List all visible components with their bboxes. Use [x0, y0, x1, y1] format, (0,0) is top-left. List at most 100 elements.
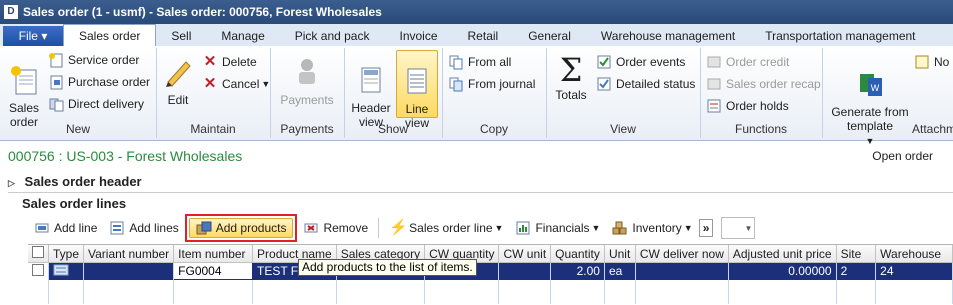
add-lines-button[interactable]: Add lines: [103, 217, 184, 239]
ribbon: Sales order Service order Purchase order…: [0, 46, 953, 146]
select-all-checkbox[interactable]: [28, 245, 49, 263]
direct-delivery-button[interactable]: Direct delivery: [48, 94, 144, 114]
add-line-button[interactable]: Add line: [28, 217, 103, 239]
generate-from-template-button[interactable]: W Generate from template ▼: [828, 54, 912, 148]
order-credit-icon: [707, 56, 721, 68]
column-header-cw-unit[interactable]: CW unit: [498, 245, 552, 263]
line-view-button[interactable]: Line view: [396, 50, 438, 130]
fasttab-sales-order-header[interactable]: ▷ Sales order header: [8, 174, 142, 189]
detailed-status-icon: [597, 77, 611, 91]
cell-adjusted-unit-price[interactable]: 0.00000: [728, 262, 837, 280]
sales-order-button[interactable]: Sales order: [4, 50, 44, 129]
column-header-warehouse[interactable]: Warehouse: [875, 245, 953, 263]
tab-invoice[interactable]: Invoice: [384, 26, 452, 46]
copy-from-journal-icon: [449, 77, 463, 92]
cell-warehouse[interactable]: 24: [875, 262, 953, 280]
financials-menu[interactable]: Financials ▼: [509, 217, 606, 239]
add-products-tooltip: Add products to the list of items.: [298, 259, 477, 276]
remove-button[interactable]: Remove: [297, 217, 374, 239]
group-label-payments: Payments: [280, 122, 334, 136]
sales-order-recap-button[interactable]: Sales order recap: [706, 74, 821, 94]
cell-unit[interactable]: ea: [604, 262, 636, 280]
table-row-empty[interactable]: [28, 279, 953, 304]
app-icon: D: [4, 5, 18, 19]
chevron-down-icon: ▼: [683, 223, 693, 233]
column-header-adjusted-unit-price[interactable]: Adjusted unit price: [728, 245, 837, 263]
column-header-quantity[interactable]: Quantity: [550, 245, 605, 263]
payments-button[interactable]: Payments: [276, 56, 338, 107]
group-label-attachments: Attachme: [912, 122, 953, 136]
group-new: Sales order Service order Purchase order…: [0, 48, 157, 138]
lightning-icon: ⚡: [389, 219, 408, 236]
tab-retail[interactable]: Retail: [453, 26, 514, 46]
chevron-right-icon: ▷: [8, 178, 15, 188]
tab-sales-order[interactable]: Sales order: [63, 24, 157, 46]
column-header-item-number[interactable]: Item number: [173, 245, 254, 263]
item-line-icon: [53, 264, 69, 276]
tab-transportation-management[interactable]: Transportation management: [750, 26, 930, 46]
order-credit-button[interactable]: Order credit: [706, 52, 789, 72]
new-sales-order-icon: [11, 66, 37, 95]
tab-general[interactable]: General: [513, 26, 586, 46]
add-line-icon: [35, 223, 49, 233]
totals-button[interactable]: Σ Totals: [550, 54, 592, 102]
order-holds-button[interactable]: Order holds: [706, 96, 789, 116]
row-checkbox[interactable]: [28, 262, 49, 280]
direct-delivery-icon: [49, 98, 64, 112]
remove-icon: [304, 223, 318, 233]
column-header-variant-number[interactable]: Variant number: [83, 245, 175, 263]
more-commands-button[interactable]: »: [698, 219, 714, 237]
group-label-maintain: Maintain: [190, 122, 236, 136]
group-functions: Order credit Sales order recap Order hol…: [700, 48, 823, 138]
detailed-status-button[interactable]: Detailed status: [596, 74, 695, 94]
copy-from-all-button[interactable]: From all: [448, 52, 511, 72]
quick-filter-dropdown[interactable]: ▼: [721, 217, 756, 239]
header-view-icon: [361, 67, 381, 93]
column-header-cw-deliver-now[interactable]: CW deliver now: [635, 245, 729, 263]
order-events-button[interactable]: Order events: [596, 52, 685, 72]
delete-button[interactable]: ✕ Delete: [202, 52, 257, 72]
svg-text:W: W: [871, 83, 880, 93]
add-products-highlight-box: Add products: [184, 214, 298, 242]
service-order-icon: [49, 53, 63, 68]
tab-file[interactable]: File ▾: [3, 26, 63, 46]
group-view: Σ Totals Order events Detailed status Vi…: [546, 48, 701, 138]
service-order-button[interactable]: Service order: [48, 50, 139, 70]
cell-site[interactable]: 2: [836, 262, 877, 280]
column-header-unit[interactable]: Unit: [604, 245, 636, 263]
page-title: 000756 : US-003 - Forest Wholesales: [8, 148, 243, 164]
notes-button[interactable]: No: [914, 52, 949, 72]
column-header-site[interactable]: Site: [836, 245, 877, 263]
record-title-bar: 000756 : US-003 - Forest Wholesales Open…: [0, 140, 953, 172]
group-maintain: Edit ✕ Delete ✕ Cancel ▼ Maintain: [156, 48, 271, 138]
cell-item-number[interactable]: FG0004: [173, 262, 254, 280]
column-header-type[interactable]: Type: [48, 245, 85, 263]
edit-button[interactable]: Edit: [160, 56, 196, 107]
fasttab-sales-order-lines[interactable]: Sales order lines: [22, 196, 126, 211]
pencil-icon: [166, 61, 191, 87]
tab-manage[interactable]: Manage: [206, 26, 279, 46]
tab-warehouse-management[interactable]: Warehouse management: [586, 26, 750, 46]
tab-sell[interactable]: Sell: [156, 26, 206, 46]
cell-variant-number[interactable]: [83, 262, 175, 280]
inventory-menu[interactable]: Inventory ▼: [606, 217, 698, 239]
group-label-view: View: [610, 122, 636, 136]
header-view-button[interactable]: Header view: [350, 50, 392, 129]
add-products-button[interactable]: Add products: [188, 218, 294, 238]
purchase-order-button[interactable]: Purchase order: [48, 72, 150, 92]
table-row[interactable]: FG0004 TEST FG 2.00 ea 0.00000 2 24: [28, 262, 953, 280]
line-view-icon: [407, 68, 427, 94]
cell-cw-unit[interactable]: [498, 262, 552, 280]
add-products-icon: [196, 221, 212, 235]
cancel-x-icon: ✕: [203, 75, 217, 92]
copy-from-journal-button[interactable]: From journal: [448, 74, 535, 94]
cell-type[interactable]: [48, 262, 85, 280]
cancel-button[interactable]: ✕ Cancel ▼: [202, 74, 271, 94]
sales-order-line-menu[interactable]: ⚡ Sales order line ▼: [383, 217, 509, 239]
cell-quantity[interactable]: 2.00: [550, 262, 605, 280]
cell-cw-deliver-now[interactable]: [635, 262, 729, 280]
inventory-boxes-icon: [612, 221, 627, 235]
sales-lines-table: Type Variant number Item number Product …: [28, 245, 953, 304]
window-title: Sales order (1 - usmf) - Sales order: 00…: [23, 5, 382, 19]
tab-pick-and-pack[interactable]: Pick and pack: [280, 26, 385, 46]
